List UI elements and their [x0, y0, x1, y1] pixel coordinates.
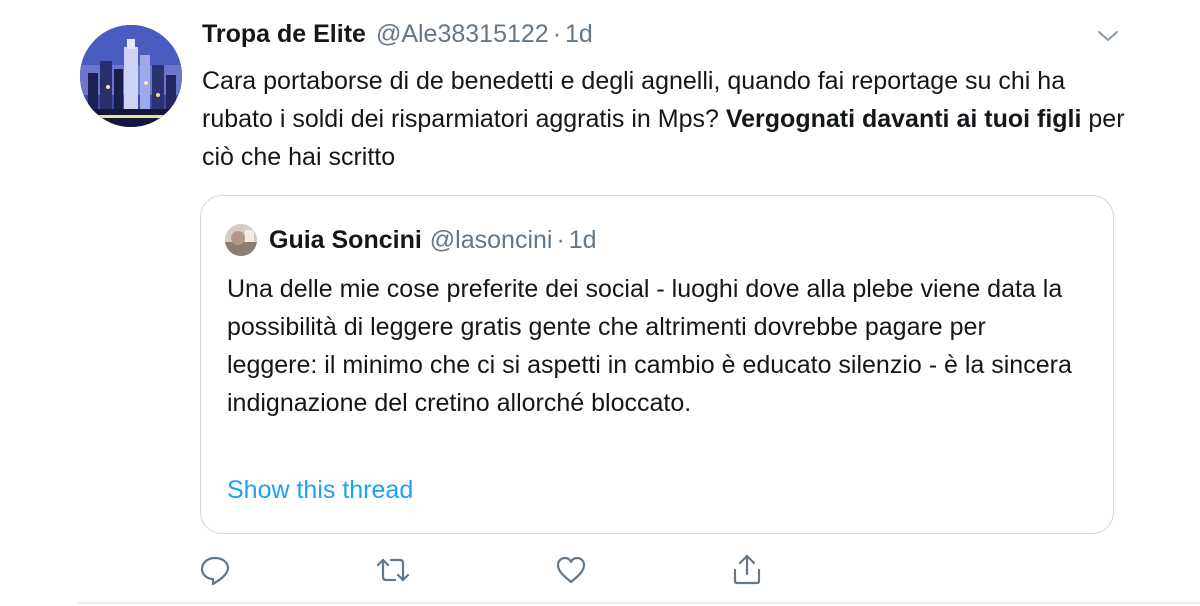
tweet-timestamp[interactable]: 1d	[565, 20, 593, 49]
quoted-author-avatar	[225, 224, 257, 256]
tweet-header: Tropa de Elite @Ale38315122 · 1d	[202, 20, 593, 54]
quoted-tweet-card[interactable]: Guia Soncini @lasoncini · 1d Una delle m…	[200, 195, 1114, 534]
quoted-tweet-text: Una delle mie cose preferite dei social …	[227, 275, 1072, 417]
retweet-icon[interactable]	[376, 553, 410, 587]
quoted-author-handle: @lasoncini	[429, 225, 553, 254]
separator-dot: ·	[552, 20, 562, 48]
chevron-down-icon[interactable]	[1096, 26, 1120, 46]
heart-icon[interactable]	[554, 553, 588, 587]
tweet[interactable]: Tropa de Elite @Ale38315122 · 1d Cara po…	[0, 0, 1200, 606]
quoted-tweet-timestamp: 1d	[568, 225, 597, 254]
author-avatar[interactable]	[80, 25, 182, 127]
separator-dot: ·	[556, 225, 565, 254]
tweet-text-bold: Vergognati davanti ai tuoi figli	[725, 105, 1082, 133]
quoted-author-name: Guia Soncini	[269, 225, 422, 254]
tweet-actions	[198, 553, 818, 587]
author-name[interactable]: Tropa de Elite	[202, 20, 366, 49]
tweet-text: Cara portaborse di de benedetti e degli …	[202, 62, 1132, 176]
tweet-divider	[78, 602, 1200, 604]
share-icon[interactable]	[730, 553, 764, 587]
quoted-tweet-header: Guia Soncini @lasoncini · 1d	[225, 222, 597, 258]
reply-icon[interactable]	[198, 553, 232, 587]
author-handle[interactable]: @Ale38315122	[376, 20, 549, 49]
show-thread-link[interactable]: Show this thread	[227, 476, 413, 505]
